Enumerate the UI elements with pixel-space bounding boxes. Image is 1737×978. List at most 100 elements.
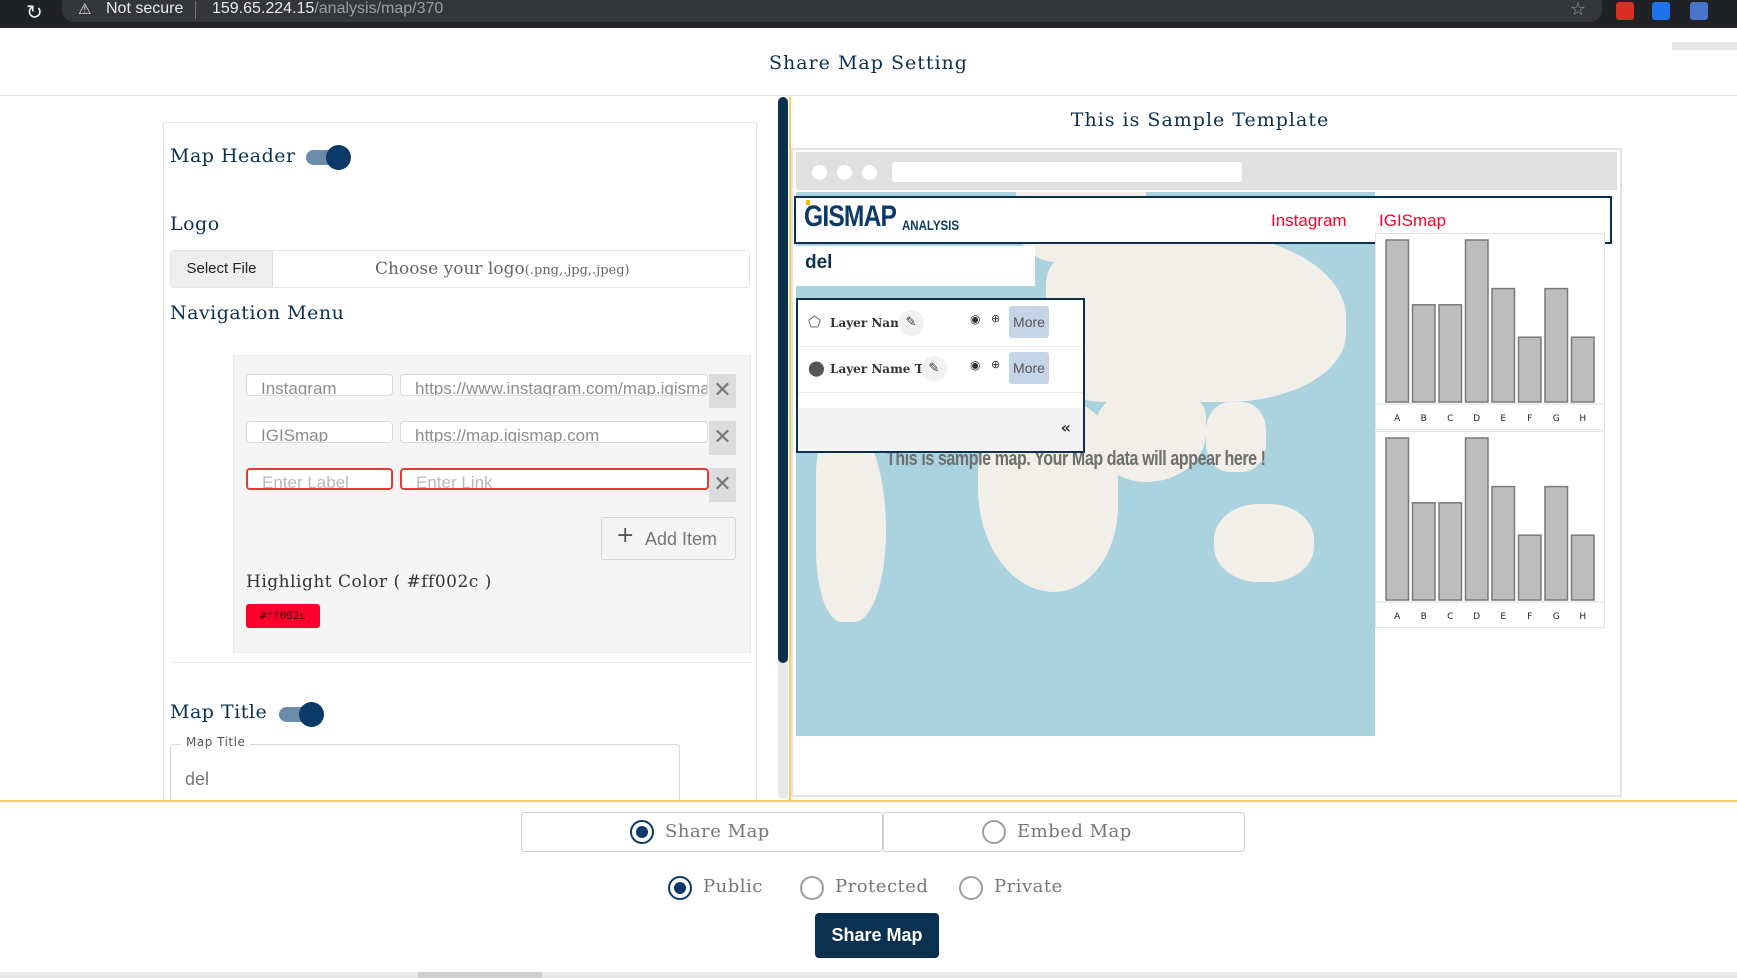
chart-tick-label: C (1447, 612, 1453, 622)
chart-panel: A B C D E F G H (1375, 233, 1605, 430)
chart-bar (1517, 336, 1542, 403)
private-label: Private (994, 876, 1063, 897)
layer-panel: ⬠ Layer Name ✎ ◉ ⊕ More ⬤ Layer Name T..… (796, 298, 1085, 453)
chart-tick-label: H (1579, 414, 1586, 424)
chart-bar (1491, 287, 1516, 403)
logo-types-text: (.png,.jpg,.jpeg) (524, 263, 630, 278)
edit-pencil-icon[interactable]: ✎ (921, 356, 947, 382)
url-host: 159.65.224.15 (212, 0, 315, 17)
browser-toolbar: ↻ ⚠ Not secure 159.65.224.15/analysis/ma… (0, 0, 1737, 28)
map-header-toggle[interactable] (306, 145, 352, 170)
add-item-button[interactable]: + Add Item (601, 517, 736, 560)
logo-label: Logo (170, 213, 220, 235)
address-separator (195, 1, 196, 19)
extension-icon[interactable] (1616, 2, 1634, 20)
radio-unselected[interactable] (982, 820, 1006, 844)
security-label: Not secure (106, 0, 184, 17)
remove-item-icon[interactable]: ✕ (709, 374, 736, 408)
remove-item-icon[interactable]: ✕ (709, 468, 736, 502)
share-map-tab[interactable]: Share Map (521, 812, 883, 852)
window-dot (837, 165, 852, 180)
extension-icon[interactable] (1652, 2, 1670, 20)
chart-bar (1385, 239, 1410, 403)
nav-label-input[interactable]: IGISmap (246, 421, 393, 443)
select-file-button[interactable]: Select File (171, 251, 273, 287)
share-map-tab-label: Share Map (665, 821, 770, 842)
chart-bar (1517, 534, 1542, 601)
chart-panel: A B C D E F G H (1375, 431, 1605, 628)
scrollbar-thumb[interactable] (778, 97, 788, 663)
chart-bar (1570, 336, 1595, 403)
toggle-knob (326, 145, 351, 170)
preview-title: This is Sample Template (1070, 109, 1330, 131)
chart-tick-label: G (1553, 612, 1560, 622)
warning-icon: ⚠ (78, 0, 92, 18)
scrollbar-thumb[interactable] (418, 972, 542, 978)
logo-sub: ANALYSIS (902, 217, 960, 233)
chart-tick-label: B (1421, 414, 1427, 424)
pin-icon: ⬤ (808, 359, 825, 377)
chart-tick-label: C (1447, 414, 1453, 424)
embed-map-tab[interactable]: Embed Map (883, 812, 1245, 852)
more-button[interactable]: More (1009, 352, 1049, 384)
more-button[interactable]: More (1009, 306, 1049, 338)
highlight-color-label: Highlight Color ( #ff002c ) (246, 572, 492, 592)
collapse-icon[interactable]: « (1061, 418, 1071, 437)
url-path: /analysis/map/370 (314, 0, 444, 17)
chart-tick-label: E (1500, 414, 1506, 424)
map-title-value: del (185, 769, 210, 789)
navigation-menu-label: Navigation Menu (170, 302, 345, 324)
logo-main: GISMAP (804, 200, 897, 233)
chart-bar (1464, 437, 1489, 601)
map-title-field-label: Map Title (181, 735, 251, 749)
bookmark-star-icon[interactable]: ☆ (1570, 0, 1586, 20)
nav-link-input[interactable]: https://map.igismap.com (400, 421, 708, 443)
window-dot (812, 165, 827, 180)
eye-icon[interactable]: ◉ (970, 312, 980, 326)
layer-row: ⬤ Layer Name T... ✎ ◉ ⊕ More (798, 346, 1083, 393)
chart-bar (1411, 304, 1436, 403)
url-text[interactable]: 159.65.224.15/analysis/map/370 (212, 0, 443, 18)
zoom-icon[interactable]: ⊕ (991, 312, 1000, 325)
protected-radio[interactable] (800, 876, 824, 900)
protected-label: Protected (835, 876, 929, 897)
plus-icon: + (616, 523, 635, 548)
mock-url-bar (892, 162, 1242, 182)
share-map-button[interactable]: Share Map (815, 913, 939, 958)
landmass (1306, 302, 1328, 362)
eye-icon[interactable]: ◉ (970, 358, 980, 372)
remove-item-icon[interactable]: ✕ (709, 421, 736, 455)
map-title-label: Map Title (170, 701, 268, 723)
nav-link-input[interactable]: https://www.instagram.com/map.igismap/ (400, 374, 708, 396)
embed-map-tab-label: Embed Map (1017, 821, 1132, 842)
chart-bar (1544, 485, 1569, 601)
highlight-color-swatch[interactable]: #ff002c (246, 604, 320, 628)
nav-label-input[interactable]: Instagram (246, 374, 393, 396)
map-title-field[interactable]: Map Title del (170, 735, 680, 802)
new-label-input[interactable]: Enter Label (246, 468, 393, 490)
igismap-logo: GISMAP ANALYSIS (804, 200, 959, 234)
logo-file-input[interactable]: Select File Choose your logo(.png,.jpg,.… (170, 250, 750, 288)
layer-name: Layer Name T... (830, 362, 935, 376)
edit-pencil-icon[interactable]: ✎ (898, 310, 924, 336)
map-title-toggle[interactable] (279, 702, 325, 727)
address-bar[interactable]: ⚠ Not secure 159.65.224.15/analysis/map/… (62, 0, 1602, 22)
map-header-label: Map Header (170, 145, 296, 167)
settings-scrollbar[interactable] (778, 97, 788, 799)
private-radio[interactable] (959, 876, 983, 900)
new-link-input[interactable]: Enter Link (400, 468, 709, 490)
radio-selected[interactable] (630, 820, 654, 844)
public-radio[interactable] (668, 876, 692, 900)
horizontal-scrollbar[interactable] (0, 972, 1737, 978)
chart-tick-label: B (1421, 612, 1427, 622)
modal-grip (1672, 42, 1737, 50)
preview-nav-link[interactable]: IGISmap (1379, 211, 1446, 231)
template-preview: This is sample map. Your Map data will a… (791, 148, 1622, 797)
logo-placeholder: Choose your logo(.png,.jpg,.jpeg) (375, 259, 630, 279)
preview-nav-link[interactable]: Instagram (1271, 211, 1347, 231)
translate-extension-icon[interactable] (1690, 2, 1708, 20)
chart-tick-label: F (1527, 612, 1532, 622)
reload-icon[interactable]: ↻ (26, 0, 43, 24)
zoom-icon[interactable]: ⊕ (991, 358, 1000, 371)
bar-chart: A B C D E F G H (1376, 437, 1604, 622)
